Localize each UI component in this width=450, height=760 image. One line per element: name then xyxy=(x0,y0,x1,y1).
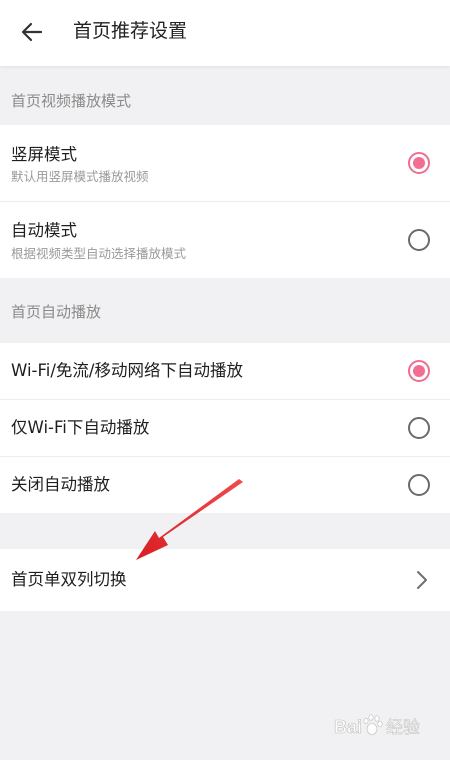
autoplay-group: Wi-Fi/免流/移动网络下自动播放 仅Wi-Fi下自动播放 关闭自动播放 xyxy=(0,343,450,513)
top-bar: 首页推荐设置 xyxy=(0,0,450,66)
option-label: 自动模式 xyxy=(11,221,77,240)
section-header-playback-mode: 首页视频播放模式 xyxy=(0,78,450,122)
option-portrait-mode[interactable]: 竖屏模式 默认用竖屏模式播放视频 xyxy=(0,125,450,202)
radio-unselected[interactable] xyxy=(408,229,430,251)
section-header-autoplay: 首页自动播放 xyxy=(0,289,450,333)
arrow-left-icon xyxy=(21,22,43,42)
settings-screen: 首页推荐设置 首页视频播放模式 竖屏模式 默认用竖屏模式播放视频 自动模式 根据… xyxy=(0,0,450,760)
section-title: 首页自动播放 xyxy=(11,303,102,321)
radio-unselected[interactable] xyxy=(408,417,430,439)
svg-text:Bai: Bai xyxy=(334,717,362,737)
option-label: Wi-Fi/免流/移动网络下自动播放 xyxy=(11,361,243,380)
baidu-paw-icon: Bai 经验 xyxy=(334,714,420,738)
back-button[interactable] xyxy=(14,14,50,50)
layout-toggle-row[interactable]: 首页单双列切换 xyxy=(0,549,450,611)
section-title: 首页视频播放模式 xyxy=(11,92,132,110)
option-autoplay-all-networks[interactable]: Wi-Fi/免流/移动网络下自动播放 xyxy=(0,343,450,400)
playback-mode-group: 竖屏模式 默认用竖屏模式播放视频 自动模式 根据视频类型自动选择播放模式 xyxy=(0,125,450,278)
layout-toggle-label: 首页单双列切换 xyxy=(11,570,127,589)
option-autoplay-off[interactable]: 关闭自动播放 xyxy=(0,457,450,513)
option-autoplay-wifi-only[interactable]: 仅Wi-Fi下自动播放 xyxy=(0,400,450,457)
svg-text:经验: 经验 xyxy=(386,718,420,738)
option-auto-mode[interactable]: 自动模式 根据视频类型自动选择播放模式 xyxy=(0,202,450,278)
option-label: 仅Wi-Fi下自动播放 xyxy=(11,418,150,437)
page-title: 首页推荐设置 xyxy=(73,20,188,42)
option-label: 关闭自动播放 xyxy=(11,475,110,494)
radio-selected[interactable] xyxy=(408,152,430,174)
layout-toggle-group: 首页单双列切换 xyxy=(0,549,450,611)
option-description: 默认用竖屏模式播放视频 xyxy=(11,169,149,184)
option-label: 竖屏模式 xyxy=(11,145,77,164)
radio-unselected[interactable] xyxy=(408,474,430,496)
option-description: 根据视频类型自动选择播放模式 xyxy=(11,246,187,261)
chevron-right-icon xyxy=(417,571,427,589)
radio-selected[interactable] xyxy=(408,360,430,382)
